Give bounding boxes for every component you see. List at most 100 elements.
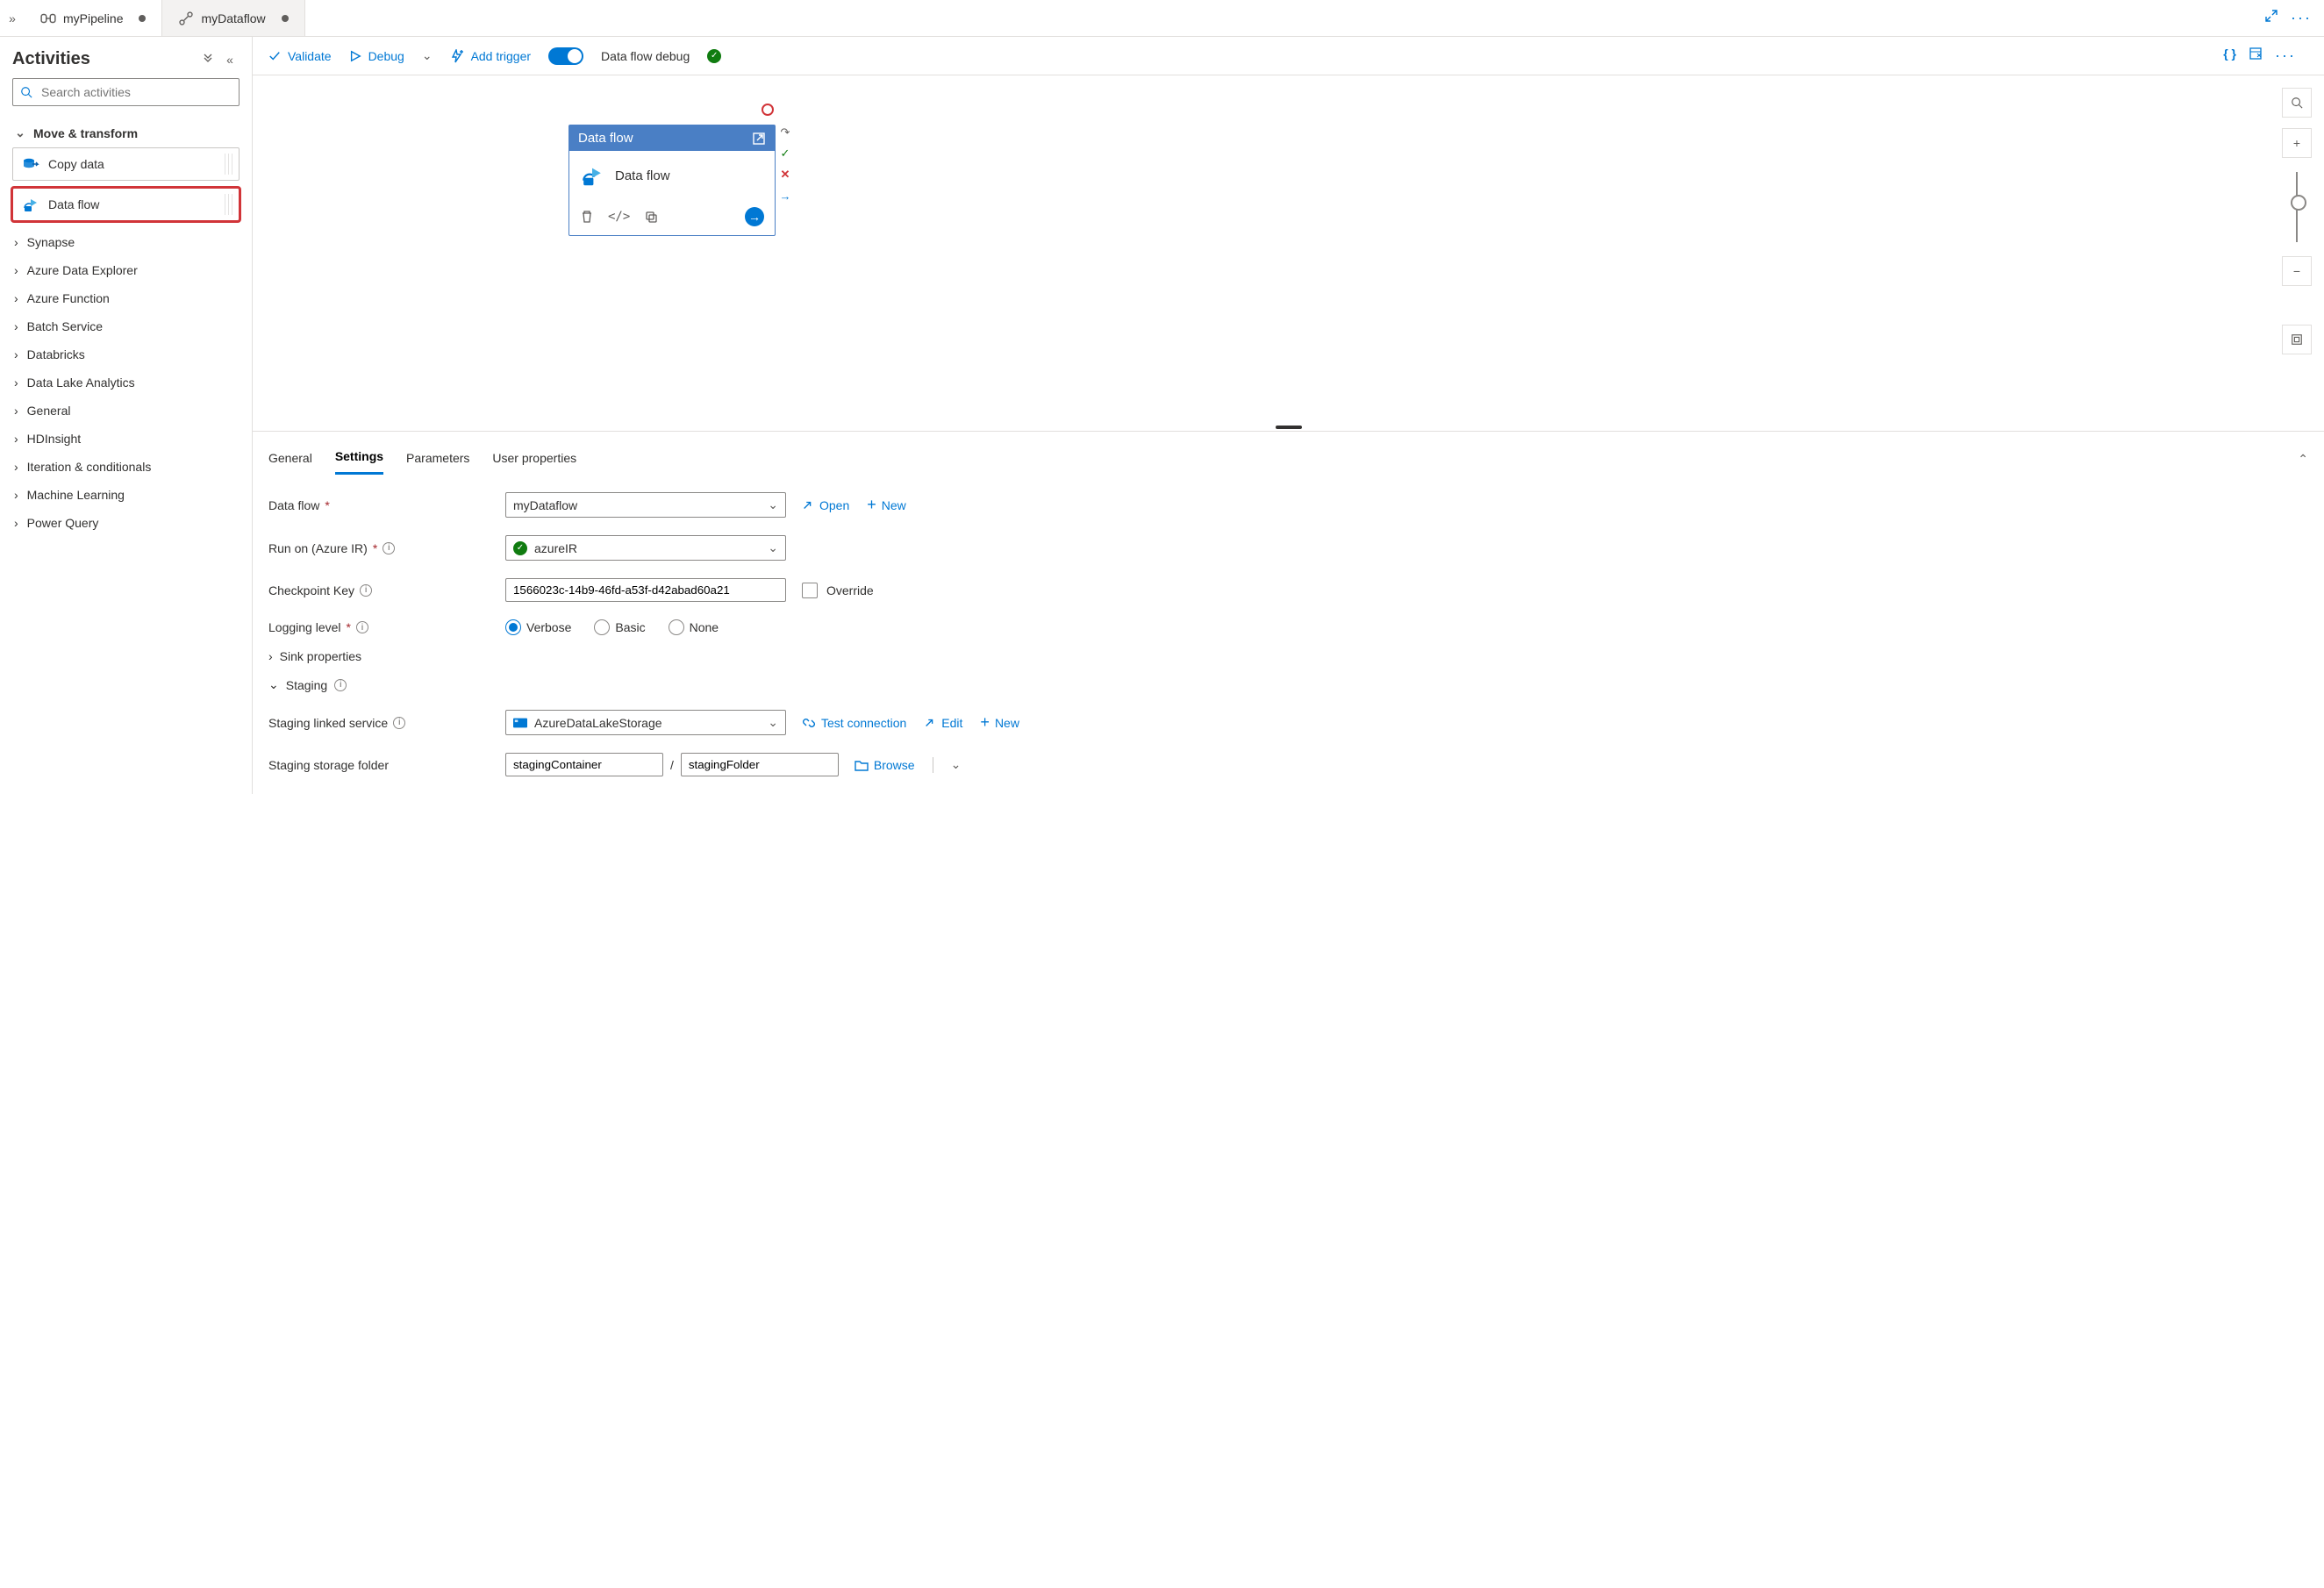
node-body-label: Data flow bbox=[615, 168, 670, 183]
zoom-slider[interactable] bbox=[2296, 172, 2298, 242]
tab-general[interactable]: General bbox=[268, 446, 312, 474]
required-icon: * bbox=[347, 620, 351, 634]
tab-user-properties[interactable]: User properties bbox=[492, 446, 576, 474]
data-flow-select[interactable]: myDataflow ⌄ bbox=[505, 492, 786, 518]
debug-button[interactable]: Debug bbox=[349, 49, 404, 63]
select-value: azureIR bbox=[534, 541, 577, 555]
browse-folder-button[interactable]: Browse bbox=[855, 758, 915, 772]
category-item[interactable]: ›Data Lake Analytics bbox=[12, 368, 240, 397]
sink-properties-section[interactable]: › Sink properties bbox=[268, 649, 2308, 663]
category-label: Databricks bbox=[27, 347, 85, 361]
sidebar-expand-icon[interactable] bbox=[201, 53, 220, 67]
radio-basic[interactable]: Basic bbox=[594, 619, 645, 635]
category-item[interactable]: › Machine Learning bbox=[12, 481, 240, 509]
staging-section[interactable]: ⌄ Staging i bbox=[268, 677, 2308, 692]
zoom-out-button[interactable]: − bbox=[2282, 256, 2312, 286]
radio-icon bbox=[505, 619, 521, 635]
more-icon[interactable]: ··· bbox=[2275, 46, 2296, 65]
category-move-transform[interactable]: ⌄ Move & transform bbox=[12, 118, 240, 147]
search-activities[interactable] bbox=[12, 78, 240, 106]
validate-button[interactable]: Validate bbox=[268, 49, 332, 63]
storage-icon bbox=[513, 718, 527, 728]
radio-icon bbox=[669, 619, 684, 635]
category-item[interactable]: ›Databricks bbox=[12, 340, 240, 368]
radio-icon bbox=[594, 619, 610, 635]
new-linked-button[interactable]: + New bbox=[980, 713, 1019, 732]
tab-settings[interactable]: Settings bbox=[335, 444, 383, 475]
radio-verbose[interactable]: Verbose bbox=[505, 619, 571, 635]
category-item[interactable]: ›Batch Service bbox=[12, 312, 240, 340]
debug-dropdown[interactable]: ⌄ bbox=[422, 48, 433, 63]
category-item[interactable]: › Iteration & conditionals bbox=[12, 453, 240, 481]
button-label: Debug bbox=[368, 49, 404, 63]
info-icon[interactable]: i bbox=[393, 717, 405, 729]
category-item[interactable]: ›HDInsight bbox=[12, 425, 240, 453]
checkpoint-input[interactable] bbox=[505, 578, 786, 602]
category-label: Iteration & conditionals bbox=[27, 460, 152, 474]
tab-dataflow[interactable]: myDataflow bbox=[162, 0, 304, 36]
category-item[interactable]: › Power Query bbox=[12, 509, 240, 537]
chevron-right-icon: › bbox=[14, 516, 18, 530]
delete-icon[interactable] bbox=[580, 210, 594, 224]
activity-data-flow[interactable]: Data flow bbox=[12, 188, 240, 221]
chevron-right-icon: › bbox=[14, 460, 18, 474]
port-completion-icon[interactable]: → bbox=[779, 190, 791, 202]
activity-properties-panel: General Settings Parameters User propert… bbox=[253, 431, 2324, 794]
canvas-search-icon[interactable] bbox=[2282, 88, 2312, 118]
pipeline-canvas[interactable]: Data flow Data flow bbox=[253, 75, 2324, 426]
search-input[interactable] bbox=[39, 84, 232, 100]
activity-copy-data[interactable]: Copy data bbox=[12, 147, 240, 181]
add-trigger-button[interactable]: Add trigger bbox=[450, 49, 531, 63]
open-dataflow-button[interactable]: Open bbox=[802, 498, 849, 512]
tab-pipeline[interactable]: myPipeline bbox=[25, 0, 162, 36]
info-icon[interactable]: i bbox=[334, 679, 347, 691]
required-icon: * bbox=[325, 498, 329, 512]
port-skip-icon[interactable]: ↷ bbox=[779, 126, 791, 139]
category-item[interactable]: ›Azure Data Explorer bbox=[12, 256, 240, 284]
category-label: Power Query bbox=[27, 516, 99, 530]
port-success-icon[interactable]: ✓ bbox=[779, 147, 791, 160]
category-item[interactable]: ›General bbox=[12, 397, 240, 425]
override-checkbox[interactable] bbox=[802, 583, 818, 598]
open-in-new-icon[interactable] bbox=[752, 132, 766, 146]
tab-parameters[interactable]: Parameters bbox=[406, 446, 469, 474]
category-label: General bbox=[27, 404, 71, 418]
breakpoint-icon[interactable] bbox=[762, 104, 774, 116]
zoom-in-button[interactable]: + bbox=[2282, 128, 2312, 158]
staging-linked-select[interactable]: AzureDataLakeStorage ⌄ bbox=[505, 710, 786, 735]
edit-linked-button[interactable]: Edit bbox=[924, 716, 962, 730]
label-data-flow: Data flow bbox=[268, 498, 319, 512]
run-on-select[interactable]: ✓ azureIR ⌄ bbox=[505, 535, 786, 561]
category-item[interactable]: ›Azure Function bbox=[12, 284, 240, 312]
radio-none[interactable]: None bbox=[669, 619, 719, 635]
dataflow-activity-node[interactable]: Data flow Data flow bbox=[568, 125, 776, 236]
go-icon[interactable]: → bbox=[745, 207, 764, 226]
more-icon[interactable]: ··· bbox=[2291, 9, 2312, 27]
required-icon: * bbox=[373, 541, 377, 555]
new-dataflow-button[interactable]: + New bbox=[867, 496, 906, 514]
collapse-panel-icon[interactable]: ⌃ bbox=[2298, 452, 2308, 467]
chevron-right-icon: › bbox=[14, 488, 18, 502]
info-icon[interactable]: i bbox=[356, 621, 368, 633]
expand-icon[interactable] bbox=[2264, 9, 2278, 27]
staging-folder-input[interactable] bbox=[681, 753, 839, 776]
test-connection-button[interactable]: Test connection bbox=[802, 716, 906, 730]
port-fail-icon[interactable]: ✕ bbox=[779, 168, 791, 181]
data-flow-debug-toggle[interactable] bbox=[548, 47, 583, 65]
tab-pipeline-label: myPipeline bbox=[63, 11, 123, 25]
code-view-icon[interactable]: { } bbox=[2223, 46, 2236, 65]
chevron-right-icon: › bbox=[14, 263, 18, 277]
category-item[interactable]: ›Synapse bbox=[12, 228, 240, 256]
properties-icon[interactable] bbox=[2249, 46, 2263, 65]
tabs-overflow-icon[interactable]: » bbox=[0, 11, 25, 25]
info-icon[interactable]: i bbox=[383, 542, 395, 554]
staging-container-input[interactable] bbox=[505, 753, 663, 776]
browse-dropdown-icon[interactable]: ⌄ bbox=[951, 757, 962, 772]
info-icon[interactable]: i bbox=[360, 584, 372, 597]
code-icon[interactable]: </> bbox=[608, 210, 630, 224]
category-label: Machine Learning bbox=[27, 488, 125, 502]
sidebar-collapse-icon[interactable]: « bbox=[220, 53, 240, 67]
clone-icon[interactable] bbox=[644, 210, 658, 224]
dirty-dot-icon bbox=[139, 15, 146, 22]
fit-to-screen-icon[interactable] bbox=[2282, 325, 2312, 354]
